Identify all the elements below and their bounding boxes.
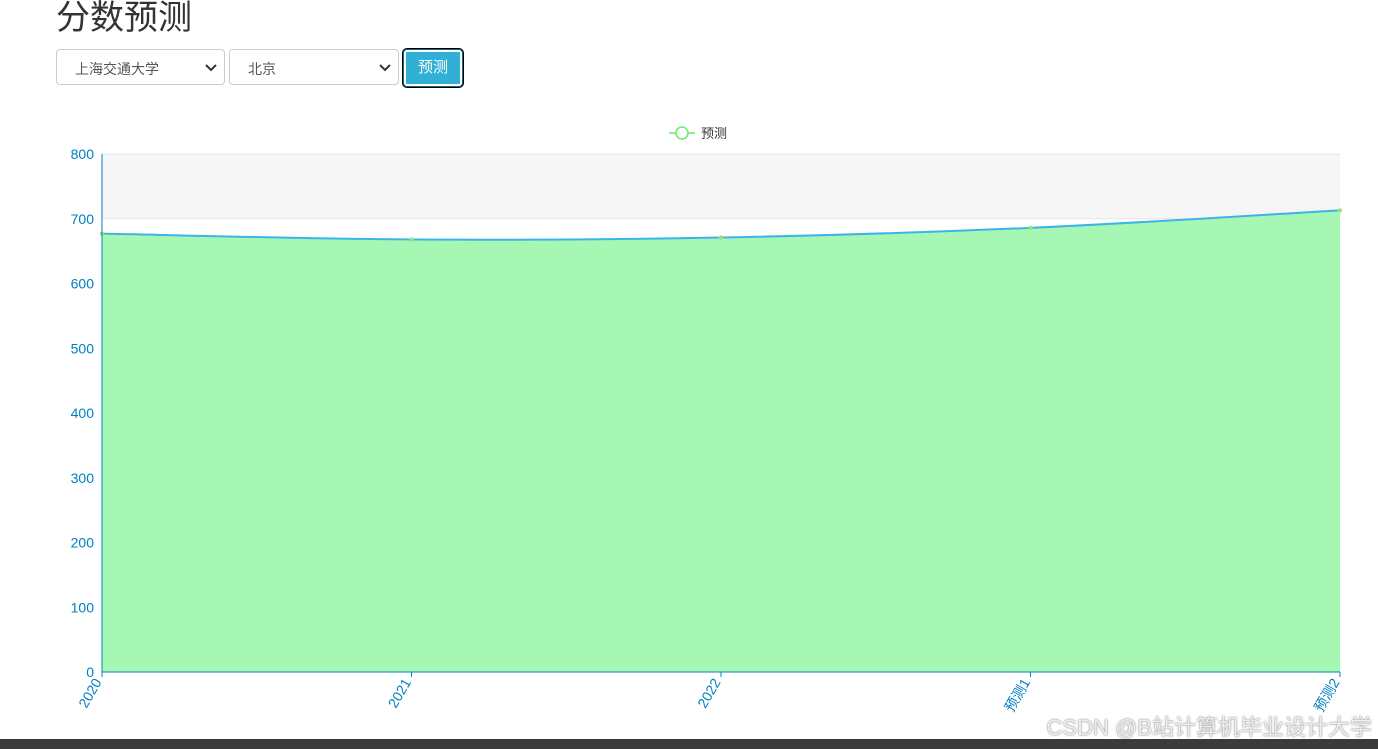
y-tick-label: 200 <box>71 535 95 551</box>
y-tick-label: 100 <box>71 599 95 615</box>
x-tick-label: 2021 <box>385 675 415 710</box>
y-tick-label: 600 <box>71 276 95 292</box>
x-tick-label: 预测2 <box>1311 675 1343 714</box>
legend-label: 预测 <box>701 126 727 141</box>
split-area-band <box>102 154 1340 219</box>
score-chart: 01002003004005006007008002020 2021 2022 预测1… <box>71 126 1343 715</box>
y-tick-label: 700 <box>71 211 95 227</box>
x-tick-label: 2020 <box>75 675 105 710</box>
data-point <box>718 235 724 240</box>
data-point <box>409 237 414 242</box>
data-point <box>1028 225 1033 230</box>
legend-circle-icon <box>675 126 689 140</box>
y-tick-label: 800 <box>71 146 95 162</box>
x-tick-label: 预测1 <box>1001 675 1033 714</box>
y-tick-label: 400 <box>71 405 95 421</box>
series-area <box>102 210 1340 672</box>
watermark: CSDN @B站计算机毕业设计大学 <box>1046 715 1372 740</box>
y-tick-label: 500 <box>71 340 95 356</box>
data-point <box>1337 208 1343 213</box>
x-tick-label: 2022 <box>694 675 724 710</box>
y-tick-label: 300 <box>71 470 95 486</box>
